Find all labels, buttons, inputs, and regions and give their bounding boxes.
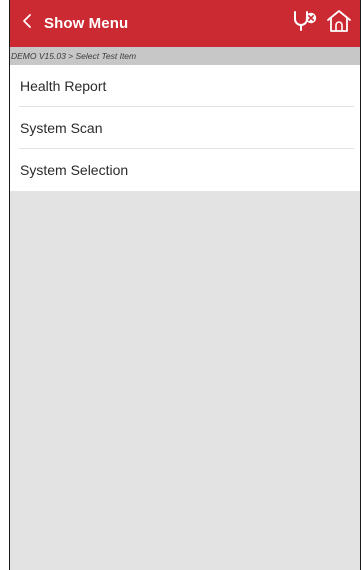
page-title: Show Menu xyxy=(44,15,129,32)
app-screen: Show Menu DEMO V15.03 > Select Test Item… xyxy=(9,0,361,570)
menu-item-system-scan[interactable]: System Scan xyxy=(10,107,360,149)
diagnose-button[interactable] xyxy=(292,9,318,38)
chevron-left-icon xyxy=(20,13,34,34)
menu-item-system-selection[interactable]: System Selection xyxy=(10,149,360,191)
menu-item-label: System Selection xyxy=(20,162,129,178)
breadcrumb-bar: DEMO V15.03 > Select Test Item xyxy=(10,47,360,65)
test-item-menu: Health Report System Scan System Selecti… xyxy=(10,65,360,191)
app-header: Show Menu xyxy=(10,0,360,47)
home-icon xyxy=(326,9,352,38)
stethoscope-icon xyxy=(292,9,318,38)
menu-item-health-report[interactable]: Health Report xyxy=(10,65,360,107)
breadcrumb: DEMO V15.03 > Select Test Item xyxy=(11,51,137,61)
menu-item-label: System Scan xyxy=(20,120,103,136)
back-button[interactable] xyxy=(12,0,42,47)
home-button[interactable] xyxy=(326,9,352,38)
menu-item-label: Health Report xyxy=(20,78,107,94)
